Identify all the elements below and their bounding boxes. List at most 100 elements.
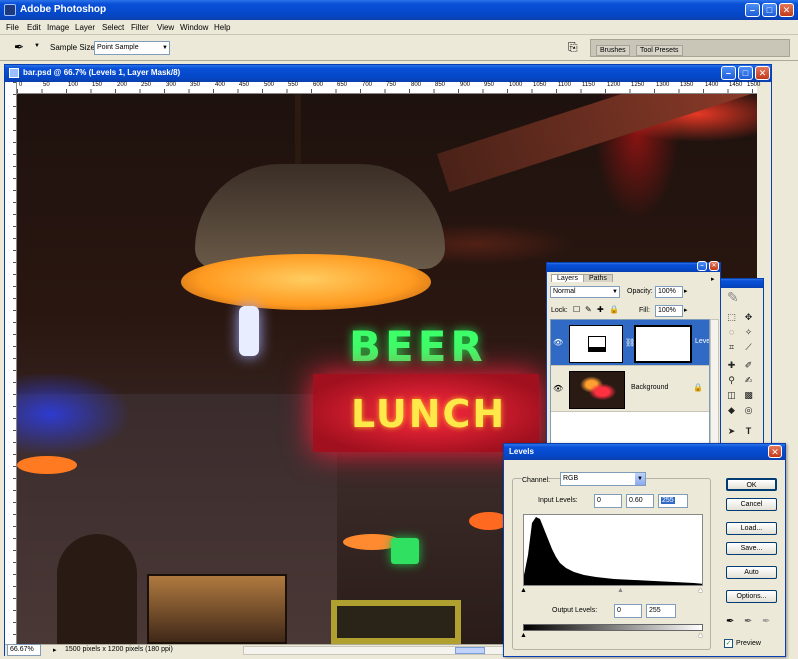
output-level-white[interactable]: 255 <box>646 604 676 618</box>
layer-name: Background <box>631 384 669 391</box>
status-menu-arrow-icon[interactable]: ▸ <box>53 646 57 654</box>
zoom-field[interactable]: 66.67% <box>7 644 41 656</box>
visibility-eye-icon[interactable]: 👁 <box>553 384 563 393</box>
toolbox-title-bar[interactable] <box>721 279 763 288</box>
lock-transparency-icon[interactable]: ☐ <box>573 305 580 314</box>
document-title-bar[interactable]: bar.psd @ 66.7% (Levels 1, Layer Mask/8)… <box>5 65 771 82</box>
visibility-eye-icon[interactable]: 👁 <box>553 338 563 347</box>
layer-row-background[interactable]: 👁 Background 🔒 <box>551 366 709 412</box>
layers-panel-title-bar[interactable]: – ✕ <box>547 261 720 272</box>
ruler-tick-label: 700 <box>362 82 373 88</box>
document-close-button[interactable]: ✕ <box>755 66 770 80</box>
lock-all-icon[interactable]: 🔒 <box>609 305 619 314</box>
input-level-black[interactable]: 0 <box>594 494 622 508</box>
close-button[interactable]: ✕ <box>779 3 794 17</box>
menu-filter[interactable]: Filter <box>131 23 149 32</box>
layers-panel-minimize-button[interactable]: – <box>697 261 707 271</box>
input-white-slider-icon[interactable]: ▲ <box>697 587 704 594</box>
output-black-slider-icon[interactable]: ▲ <box>520 632 527 639</box>
gray-point-eyedropper-icon[interactable]: ✒ <box>744 616 752 627</box>
menu-window[interactable]: Window <box>180 23 208 32</box>
levels-title-bar[interactable]: Levels ✕ <box>504 444 785 460</box>
input-level-gamma[interactable]: 0.60 <box>626 494 654 508</box>
lock-image-icon[interactable]: ✎ <box>585 305 592 314</box>
fill-input[interactable]: 100% <box>655 305 683 317</box>
healing-brush-tool-icon[interactable]: ✚ <box>725 359 738 372</box>
eraser-tool-icon[interactable]: ◫ <box>725 389 738 402</box>
ruler-tick-label: 1350 <box>680 82 694 88</box>
black-point-eyedropper-icon[interactable]: ✒ <box>726 616 734 627</box>
ruler-tick-label: 250 <box>141 82 152 88</box>
scroll-thumb[interactable] <box>455 647 485 654</box>
tab-brushes[interactable]: Brushes <box>596 45 630 56</box>
preview-checkbox[interactable]: ✓ <box>724 639 733 648</box>
crop-tool-icon[interactable]: ⌗ <box>725 341 738 354</box>
app-title: Adobe Photoshop <box>20 4 107 15</box>
histogram <box>523 514 703 586</box>
auto-button[interactable]: Auto <box>726 566 777 579</box>
menu-image[interactable]: Image <box>47 23 69 32</box>
stamp-tool-icon[interactable]: ⚲ <box>725 374 738 387</box>
input-black-slider-icon[interactable]: ▲ <box>520 587 527 594</box>
menu-layer[interactable]: Layer <box>75 23 95 32</box>
fill-label: Fill: <box>639 307 650 314</box>
move-tool-icon[interactable]: ✥ <box>742 311 755 324</box>
blend-mode-select[interactable]: Normal ▼ <box>550 286 620 298</box>
channel-select[interactable]: RGB ▼ <box>560 472 646 486</box>
menu-select[interactable]: Select <box>102 23 124 32</box>
input-gamma-slider-icon[interactable]: ▲ <box>617 587 624 594</box>
path-selection-tool-icon[interactable]: ➤ <box>725 425 738 438</box>
tab-tool-presets[interactable]: Tool Presets <box>636 45 683 56</box>
lasso-tool-icon[interactable]: ◌ <box>725 326 738 339</box>
opacity-input[interactable]: 100% <box>655 286 683 298</box>
slice-tool-icon[interactable]: ⟋ <box>742 341 755 354</box>
tab-layers[interactable]: Layers <box>551 274 585 282</box>
type-tool-icon[interactable]: T <box>742 425 755 438</box>
brush-tool-icon[interactable]: ✐ <box>742 359 755 372</box>
menu-file[interactable]: File <box>6 23 19 32</box>
ruler-tick-label: 1450 <box>729 82 743 88</box>
sample-size-select[interactable]: Point Sample ▼ <box>94 41 170 55</box>
white-point-eyedropper-icon[interactable]: ✒ <box>762 616 770 627</box>
fill-arrow-icon[interactable]: ▸ <box>684 306 688 314</box>
output-white-slider-icon[interactable]: ▲ <box>697 632 704 639</box>
tab-paths[interactable]: Paths <box>583 274 613 282</box>
menu-help[interactable]: Help <box>214 23 230 32</box>
lock-position-icon[interactable]: ✚ <box>597 305 604 314</box>
layers-panel-close-button[interactable]: ✕ <box>709 261 719 271</box>
opacity-arrow-icon[interactable]: ▸ <box>684 287 688 295</box>
menu-view[interactable]: View <box>157 23 174 32</box>
blur-tool-icon[interactable]: ◆ <box>725 404 738 417</box>
ruler-tick-label: 0 <box>19 82 23 88</box>
eyedropper-tool-icon[interactable]: ✒ <box>14 40 24 54</box>
cancel-button[interactable]: Cancel <box>726 498 777 511</box>
dodge-tool-icon[interactable]: ◎ <box>742 404 755 417</box>
layers-scrollbar[interactable] <box>710 319 719 445</box>
input-level-white[interactable]: 255 <box>658 494 688 508</box>
options-button[interactable]: Options... <box>726 590 777 603</box>
load-button[interactable]: Load... <box>726 522 777 535</box>
tool-preset-arrow-icon[interactable]: ▼ <box>34 43 40 49</box>
layer-mask-thumbnail[interactable] <box>634 325 692 363</box>
gradient-tool-icon[interactable]: ▩ <box>742 389 755 402</box>
layer-row-levels[interactable]: 👁 ⛓ Levels 1 <box>551 320 709 366</box>
marquee-tool-icon[interactable]: ⬚ <box>725 311 738 324</box>
history-brush-tool-icon[interactable]: ✍ <box>742 374 755 387</box>
palette-well-icon[interactable]: ⎘ <box>568 40 578 55</box>
minimize-button[interactable]: – <box>745 3 760 17</box>
save-button[interactable]: Save... <box>726 542 777 555</box>
panel-menu-arrow-icon[interactable]: ▸ <box>711 275 715 283</box>
ruler-tick-label: 450 <box>239 82 250 88</box>
maximize-button[interactable]: □ <box>762 3 777 17</box>
ruler-tick-label: 550 <box>288 82 299 88</box>
levels-close-button[interactable]: ✕ <box>768 445 782 458</box>
document-maximize-button[interactable]: □ <box>738 66 753 80</box>
ruler-tick-label: 850 <box>435 82 446 88</box>
document-minimize-button[interactable]: – <box>721 66 736 80</box>
output-level-black[interactable]: 0 <box>614 604 642 618</box>
ok-button[interactable]: OK <box>726 478 777 491</box>
menu-edit[interactable]: Edit <box>27 23 41 32</box>
person-silhouette <box>57 534 137 644</box>
layers-panel: – ✕ Layers Paths ▸ Normal ▼ Opacity: 100… <box>546 261 721 446</box>
magic-wand-tool-icon[interactable]: ✧ <box>742 326 755 339</box>
